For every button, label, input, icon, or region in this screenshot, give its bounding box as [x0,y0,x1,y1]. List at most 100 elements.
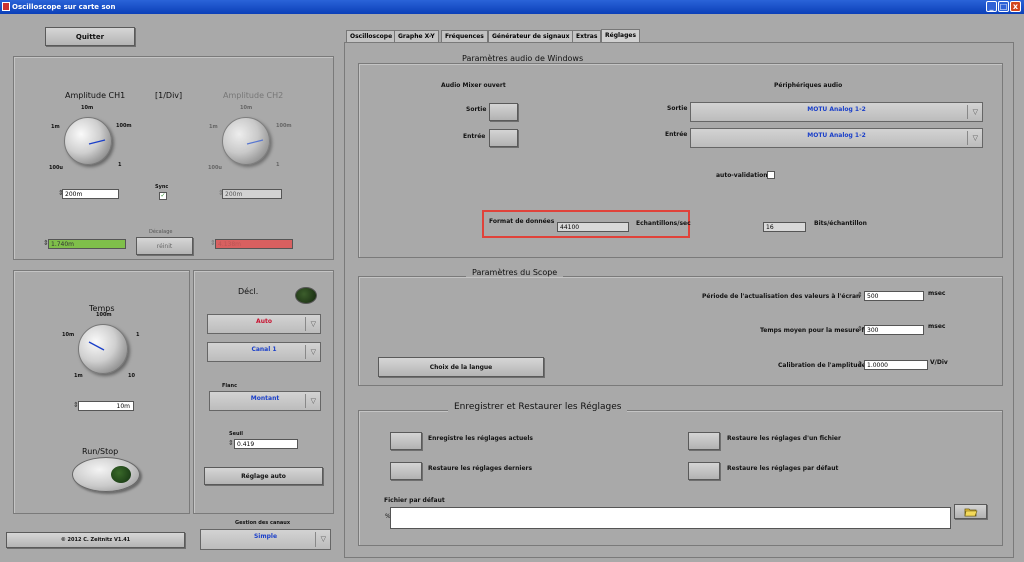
periode-unit: msec [928,290,946,297]
title-bar: Oscilloscope sur carte son _ □ x [0,0,1024,14]
trigger-mode-value: Auto [256,318,272,325]
quit-button[interactable]: Quitter [45,27,135,46]
close-button[interactable]: x [1010,1,1021,12]
tick-label: 100m [116,123,132,129]
calib-field[interactable]: 1.0000 [864,360,928,370]
seuil-label: Seuil [229,431,243,437]
save-current-button[interactable] [390,432,422,450]
mixer-in-button[interactable] [489,129,518,147]
bits-label: Bits/échantillon [814,220,867,227]
restore-file-button[interactable] [688,432,720,450]
flanc-dropdown[interactable]: Montant ▽ [209,391,321,411]
calib-unit: V/Div [930,359,948,366]
language-button[interactable]: Choix de la langue [378,357,544,377]
spin-icon[interactable]: ⇕ [228,439,234,447]
amplitude-ch2-knob[interactable] [222,117,270,165]
minimize-button[interactable]: _ [986,1,997,12]
trigger-mode-dropdown[interactable]: Auto ▽ [207,314,321,334]
copyright-button[interactable]: © 2012 C. Zeitnitz V1.41 [6,532,185,548]
output-device-dropdown[interactable]: MOTU Analog 1-2 ▽ [690,102,983,122]
restore-last-label: Restaure les réglages derniers [428,465,533,472]
gestion-dropdown[interactable]: Simple ▽ [200,529,331,550]
knob-pointer [88,341,105,351]
bits-field[interactable]: 16 [763,222,806,232]
mixer-label: Audio Mixer ouvert [441,82,506,89]
app-icon [2,2,10,11]
tab-oscilloscope[interactable]: Oscilloscope [346,30,397,42]
browse-button[interactable] [954,504,987,519]
save-current-label: Enregistre les réglages actuels [428,435,533,442]
offset-ch2-field[interactable]: 4.138m [215,239,293,249]
tick-label: 100m [276,123,292,129]
mixer-out-button[interactable] [489,103,518,121]
periode-field[interactable]: 500 [864,291,924,301]
trigger-led [295,287,317,304]
chevron-down-icon: ▽ [310,397,316,405]
echantillons-label: Echantillons/sec [636,220,691,227]
chevron-down-icon: ▽ [310,320,316,328]
tick-label: 1m [209,124,218,130]
autovalid-checkbox[interactable] [767,171,775,179]
chevron-down-icon: ▽ [972,108,978,116]
runstop-label: Run/Stop [82,447,119,456]
tab-extras[interactable]: Extras [572,30,602,42]
tab-reglages[interactable]: Réglages [601,29,641,42]
time-value-field[interactable]: 10m [78,401,134,411]
tick-label: 10m [240,105,253,111]
sync-checkbox[interactable]: ✓ [159,192,167,200]
chevron-down-icon: ▽ [310,348,316,356]
sample-rate-field[interactable]: 44100 [557,222,629,232]
input-device-dropdown[interactable]: MOTU Analog 1-2 ▽ [690,128,983,148]
seuil-field[interactable]: 0.419 [234,439,298,449]
trigger-channel-dropdown[interactable]: Canal 1 ▽ [207,342,321,362]
mixer-out-label: Sortie [466,106,487,113]
restore-file-label: Restaure les réglages d'un fichier [727,435,841,442]
tab-graphe-xy[interactable]: Graphe X-Y [394,30,439,42]
tick-label: 1 [276,162,280,168]
output-device-value: MOTU Analog 1-2 [807,106,866,113]
tick-label: 10m [81,105,94,111]
run-stop-button[interactable] [72,457,140,492]
calib-label: Calibration de l'amplitude [778,362,866,369]
decalage-label: Décalage [149,229,173,235]
tab-generateur[interactable]: Générateur de signaux [488,30,574,42]
spin-icon[interactable]: ⇕ [857,360,863,368]
device-out-label: Sortie [667,105,688,112]
tab-frequences[interactable]: Fréquences [441,30,488,42]
input-device-value: MOTU Analog 1-2 [807,132,866,139]
tick-label: 100m [96,312,112,318]
tick-label: 1m [51,124,60,130]
ch1-value-field[interactable]: 200m [62,189,119,199]
gestion-value: Simple [253,533,278,540]
tick-label: 10 [128,373,135,379]
offset-ch1-field[interactable]: 1.740m [48,239,126,249]
spin-icon[interactable]: ⇕ [857,325,863,333]
trigger-title: Décl. [238,287,259,296]
flanc-label: Flanc [222,383,238,389]
restore-default-button[interactable] [688,462,720,480]
trigger-channel-value: Canal 1 [251,346,277,353]
tick-label: 100u [208,165,222,171]
tick-label: 1 [136,332,140,338]
spin-icon[interactable]: ⇕ [857,291,863,299]
time-knob[interactable] [78,324,128,374]
window-title: Oscilloscope sur carte son [12,3,116,11]
amp-ch2-label: Amplitude CH2 [223,91,284,100]
default-file-input[interactable] [390,507,951,529]
auto-setting-button[interactable]: Réglage auto [204,467,323,485]
reinit-button[interactable]: réinit [136,237,193,255]
restore-default-label: Restaure les réglages par défaut [727,465,839,472]
format-label: Format de données [489,218,555,225]
maximize-button[interactable]: □ [998,1,1009,12]
folder-icon [964,508,977,516]
temps-moyen-label: Temps moyen pour la mesure f [760,327,865,334]
chevron-down-icon: ▽ [320,535,326,543]
tick-label: 100u [49,165,63,171]
restore-last-button[interactable] [390,462,422,480]
amplitude-ch1-knob[interactable] [64,117,112,165]
knob-pointer [246,139,264,145]
temps-moyen-field[interactable]: 300 [864,325,924,335]
run-indicator-led [111,466,131,483]
ch2-value-field[interactable]: 200m [222,189,282,199]
default-file-label: Fichier par défaut [384,497,445,504]
